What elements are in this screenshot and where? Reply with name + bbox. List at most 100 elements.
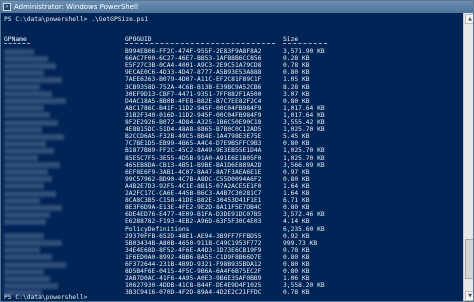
gpo-size-cell: 0.92 KB: [283, 232, 310, 240]
gpo-name-redacted: [4, 133, 64, 140]
gpo-size-cell: 8.28 KB: [283, 83, 310, 91]
gpo-size-cell: 1.05 KB: [283, 76, 310, 84]
gpo-guid-cell: 7AEE6263-B079-4D07-A11C-EF2C81F89C1F: [125, 76, 262, 84]
gpo-guid-cell: 8E3F6D9A-E13E-4FE2-9E2D-8A11F5E7DB4C: [125, 204, 262, 212]
gpo-size-cell: 1,017.64 KB: [283, 104, 325, 112]
gpo-size-cell: 0.28 KB: [283, 55, 310, 63]
gpo-guid-cell: 3B3C9416-070D-4F2D-89A4-4D2E2C21FFDC: [125, 289, 262, 297]
gpo-size-cell: 0.80 KB: [283, 140, 310, 148]
gpo-guid-cell: E6288782-F193-4EB2-A96D-63F5F30C4E03: [125, 218, 262, 226]
gpo-size-cell: 1,025.70 KB: [283, 126, 325, 134]
gpo-size-cell: 6.71 KB: [283, 197, 310, 205]
gpo-size-cell: 0.78 KB: [283, 62, 310, 70]
gpo-name-redacted: [4, 76, 62, 83]
gpo-name-redacted: [4, 218, 46, 225]
gpo-name-redacted: [4, 268, 44, 275]
gpo-name-redacted: [4, 261, 66, 268]
header-underline-size: [283, 43, 327, 47]
gpo-guid-cell: 29370FFB-652D-48E1-AE94-3B9FF7FFBD55: [125, 232, 262, 240]
vertical-scrollbar[interactable]: ▲ ▼: [463, 13, 473, 301]
gpo-guid-cell: 2A2FC17C-CA6E-445B-B6C3-A4B7C30281C7: [125, 190, 262, 197]
header-underline-name: [4, 43, 30, 47]
gpo-size-cell: 3,555.42 KB: [283, 119, 325, 126]
gpo-size-cell: 0.80 KB: [283, 175, 310, 183]
gpo-name-redacted: [4, 48, 34, 55]
gpo-guid-cell: 4E8B15DC-51D4-48A8-8865-B7B0C0C12AD5: [125, 126, 262, 134]
header-underline-guid: [125, 43, 275, 47]
gpo-name-redacted: [4, 55, 48, 62]
gpo-size-cell: 3,572.46 KB: [283, 211, 325, 219]
gpo-name-redacted: [4, 126, 42, 133]
header-gpoguid: GPOGUID: [125, 36, 152, 43]
gpo-guid-cell: 31B2F340-016D-11D2-945F-00C04FB984F9: [125, 111, 262, 119]
gpo-size-cell: 3,571.90 KB: [283, 48, 325, 55]
window-title: Administrator: Windows PowerShell: [14, 3, 138, 11]
gpo-guid-cell: B1877B89-FF2C-45C2-8A49-9E3EB55E1D4A: [125, 147, 262, 155]
gpo-name-redacted: [4, 147, 54, 154]
gpo-guid-cell: 8CA8C3B5-C158-41DE-B82E-30453D41F1E1: [125, 197, 262, 205]
gpo-guid-cell: 8F2E2926-B072-4D84-A325-1B6C50E90C18: [125, 119, 262, 126]
gpo-name-redacted: [4, 282, 58, 289]
gpo-size-cell: 4.14 KB: [283, 218, 310, 226]
gpo-size-cell: 0.80 KB: [283, 204, 310, 212]
gpo-size-cell: 3,558.20 KB: [283, 282, 325, 290]
gpo-size-cell: 0.80 KB: [283, 253, 310, 261]
gpo-guid-cell: 85E5C7F5-3E55-4D5B-91A0-A91E6E1B05F0: [125, 154, 262, 162]
arrow-down-icon[interactable]: ▼: [465, 291, 473, 301]
gpo-guid-cell: 2AB7D0AC-41F6-4A95-A0E3-9B6E35AF0BB9: [125, 275, 262, 283]
gpo-name-redacted: [4, 84, 40, 90]
gpo-name-redacted: [4, 119, 58, 126]
gpo-size-cell: 0.78 KB: [283, 246, 310, 254]
scrollbar-thumb[interactable]: [465, 239, 473, 279]
console-output[interactable]: PS C:\data\powershell> .\GetGPSize.ps1 G…: [1, 13, 463, 301]
gpo-guid-cell: 66AC7F00-6C27-46E7-BB53-1AFB8B6CC856: [125, 55, 262, 63]
title-bar[interactable]: > Administrator: Windows PowerShell: [1, 1, 473, 13]
gpo-size-cell: 0.80 KB: [283, 97, 310, 105]
powershell-icon: >: [3, 3, 11, 11]
gpo-guid-cell: 5B03434B-A80B-4650-911B-C49C1953F772: [125, 239, 262, 247]
gpo-name-redacted: [4, 204, 62, 211]
header-gpname: GPName: [4, 36, 27, 43]
gpo-guid-cell: 99C57962-BD90-4C7B-A8DC-C55D0094A6F2: [125, 175, 262, 183]
gpo-name-redacted: [4, 275, 50, 282]
gpo-name-redacted: [4, 183, 44, 190]
gpo-guid-cell: 30EF9D13-CBF7-4471-9351-7FF882F1A500: [125, 90, 262, 98]
gpo-guid-cell: A4B2E7D3-92F5-4C1E-8B15-07A2ACE5E1F0: [125, 182, 262, 190]
prompt-command-line: PS C:\data\powershell> .\GetGPSize.ps1: [4, 16, 149, 23]
gpo-size-cell: 1,017.64 KB: [283, 111, 325, 119]
gpo-name-redacted: [4, 162, 60, 169]
gpo-guid-cell: 6F372644-231B-4B9D-9321-F98B935BDA12: [125, 261, 262, 268]
gpo-name-redacted: [4, 98, 66, 105]
gpo-guid-cell: 6EF8E6F9-3AB1-4C07-8A47-8A7F3AEA6E1E: [125, 168, 262, 176]
gpo-name-redacted: [4, 69, 44, 76]
gpo-size-cell: 0.78 KB: [283, 289, 310, 297]
gpo-name-redacted: [4, 190, 56, 197]
gpo-name-redacted: [4, 91, 52, 98]
final-prompt-line: PS C:\data\powershell>: [4, 294, 88, 301]
gpo-size-cell: 3.07 KB: [283, 90, 310, 98]
gpo-size-cell: 1.64 KB: [283, 182, 310, 190]
gpo-name-redacted: [4, 197, 40, 204]
gpo-guid-cell: B994EB06-FF2C-474F-955F-2E83F9A8F8A2: [125, 48, 262, 55]
gpo-size-cell: 1.06 KB: [283, 275, 310, 283]
gpo-guid-cell: A8C1786C-B41F-11D2-945F-00C04FB984F9: [125, 104, 262, 112]
gpo-size-cell: 1.64 KB: [283, 190, 310, 197]
gpo-size-cell: 999.73 KB: [283, 239, 318, 247]
arrow-up-icon[interactable]: ▲: [465, 14, 473, 24]
gpo-name-redacted: [4, 247, 40, 254]
gpo-name-redacted: [4, 211, 50, 218]
gpo-size-cell: 1,025.70 KB: [283, 154, 325, 162]
gpo-name-redacted: [4, 233, 44, 240]
gpo-guid-cell: 9ECAE0C6-4D33-4D47-8777-A5B93E53A888: [125, 69, 262, 77]
gpo-guid-cell: 1F6ED0A0-8992-4BB6-BA55-C1D9F8B66D7E: [125, 253, 262, 261]
gpo-guid-cell: B2CCD6A5-F32B-49C5-BB4E-1A4798E3E75E: [125, 133, 262, 141]
gpo-size-cell: 0.97 KB: [283, 168, 310, 176]
gpo-name-redacted: [4, 140, 46, 147]
gpo-name-redacted: [4, 240, 62, 247]
gpo-guid-cell: 6DE4ED76-E477-4E09-B1FA-D3DE91DC07B5: [125, 211, 262, 219]
gpo-size-cell: 3,566.09 KB: [283, 161, 325, 169]
header-size: Size: [283, 36, 299, 43]
gpo-size-cell: 0.80 KB: [283, 261, 310, 268]
gpo-guid-cell: D4AC18A5-8B0B-4FE8-B82E-B7C7EE82F2C4: [125, 97, 262, 105]
gpo-name-redacted: [4, 176, 52, 183]
